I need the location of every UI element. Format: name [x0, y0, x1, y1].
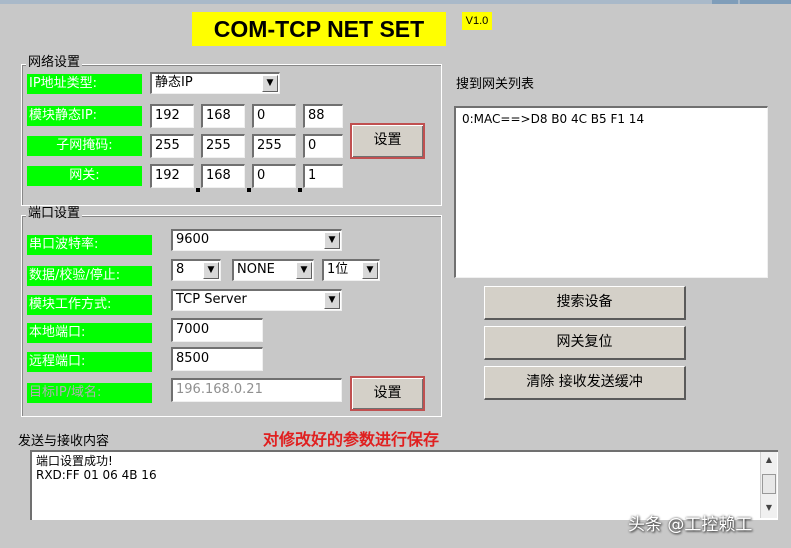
chevron-down-icon[interactable]: ▼	[203, 262, 219, 279]
window-control-button[interactable]	[740, 0, 766, 4]
remote-port-label: 远程端口:	[27, 352, 152, 372]
ip-separator-dot	[298, 188, 302, 192]
chevron-down-icon[interactable]: ▼	[296, 262, 312, 279]
annotation-text: 对修改好的参数进行保存	[263, 430, 440, 449]
gateway-list[interactable]: 0:MAC==>D8 B0 4C B5 F1 14	[454, 106, 768, 278]
clear-buffer-button[interactable]: 清除 接收发送缓冲	[484, 366, 686, 400]
chevron-down-icon[interactable]: ▼	[324, 232, 340, 249]
gateway-octet-2[interactable]: 168	[201, 164, 245, 188]
chevron-down-icon[interactable]: ▼	[362, 262, 378, 279]
baud-select[interactable]: 9600 ▼	[171, 229, 342, 251]
version-badge: V1.0	[462, 12, 492, 30]
log-scrollbar[interactable]: ▲ ▼	[760, 452, 777, 518]
target-ip-label: 目标IP/域名:	[27, 383, 152, 403]
subnet-octet-3[interactable]: 255	[252, 134, 296, 158]
chevron-down-icon[interactable]: ▼	[324, 292, 340, 309]
remote-port-input[interactable]: 8500	[171, 347, 263, 371]
gateway-list-label: 搜到网关列表	[456, 77, 535, 92]
static-ip-octet-3[interactable]: 0	[252, 104, 296, 128]
subnet-octet-1[interactable]: 255	[150, 134, 194, 158]
subnet-label: 子网掩码:	[27, 136, 142, 156]
subnet-octet-2[interactable]: 255	[201, 134, 245, 158]
ip-type-select[interactable]: 静态IP ▼	[150, 72, 280, 94]
log-line: 端口设置成功!	[36, 454, 113, 468]
network-set-button[interactable]: 设置	[350, 123, 425, 159]
target-ip-input[interactable]: 196.168.0.21	[171, 378, 342, 402]
window-control-button[interactable]	[766, 0, 791, 4]
static-ip-label: 模块静态IP:	[27, 106, 142, 126]
static-ip-octet-2[interactable]: 168	[201, 104, 245, 128]
mode-label: 模块工作方式:	[27, 295, 152, 315]
app-title: COM-TCP NET SET	[192, 12, 446, 46]
parity-select[interactable]: NONE ▼	[232, 259, 314, 281]
local-port-label: 本地端口:	[27, 323, 152, 343]
ip-separator-dot	[247, 188, 251, 192]
mode-select[interactable]: TCP Server ▼	[171, 289, 342, 311]
scroll-thumb[interactable]	[762, 474, 776, 494]
baud-label: 串口波特率:	[27, 235, 152, 255]
gateway-octet-1[interactable]: 192	[150, 164, 194, 188]
watermark: 头条 @工控赖工	[628, 515, 753, 535]
chevron-down-icon[interactable]: ▼	[262, 75, 278, 92]
list-item[interactable]: 0:MAC==>D8 B0 4C B5 F1 14	[462, 112, 761, 126]
local-port-input[interactable]: 7000	[171, 318, 263, 342]
subnet-octet-4[interactable]: 0	[303, 134, 343, 158]
static-ip-octet-1[interactable]: 192	[150, 104, 194, 128]
gateway-octet-4[interactable]: 1	[303, 164, 343, 188]
port-settings-label: 端口设置	[26, 206, 83, 222]
scroll-up-icon[interactable]: ▲	[761, 452, 777, 468]
window-control-button[interactable]	[712, 0, 738, 4]
gateway-label: 网关:	[27, 166, 142, 186]
scroll-down-icon[interactable]: ▼	[761, 500, 777, 516]
log-label: 发送与接收内容	[18, 434, 110, 449]
search-devices-button[interactable]: 搜索设备	[484, 286, 686, 320]
static-ip-octet-4[interactable]: 88	[303, 104, 343, 128]
data-parity-stop-label: 数据/校验/停止:	[27, 266, 152, 286]
network-settings-label: 网络设置	[26, 55, 83, 71]
port-set-button[interactable]: 设置	[350, 376, 425, 411]
ip-type-label: IP地址类型:	[27, 74, 142, 94]
ip-separator-dot	[196, 188, 200, 192]
gateway-octet-3[interactable]: 0	[252, 164, 296, 188]
stop-bits-select[interactable]: 1位 ▼	[322, 259, 380, 281]
log-line: RXD:FF 01 06 4B 16	[36, 468, 157, 482]
data-bits-select[interactable]: 8 ▼	[171, 259, 221, 281]
gateway-reset-button[interactable]: 网关复位	[484, 326, 686, 360]
window-top-strip	[0, 0, 791, 4]
